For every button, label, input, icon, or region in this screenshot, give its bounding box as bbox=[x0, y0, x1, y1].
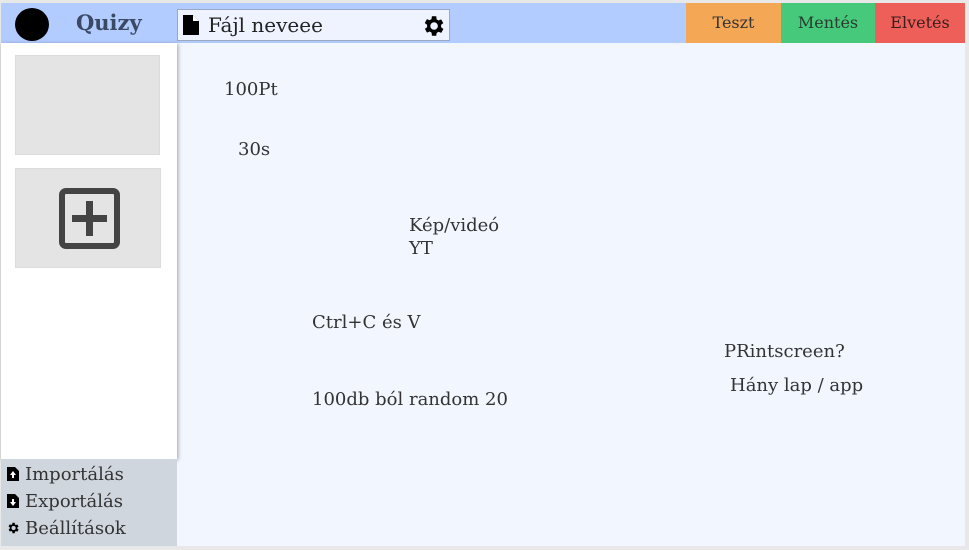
quiz-canvas[interactable]: 100Pt 30s Kép/videó YT Ctrl+C és V 100db… bbox=[177, 43, 965, 546]
menu-item-export[interactable]: Exportálás bbox=[6, 489, 123, 513]
note-printscreen: PRintscreen? bbox=[724, 341, 845, 362]
logo-circle-icon[interactable] bbox=[15, 8, 49, 41]
plus-square-icon bbox=[59, 188, 120, 249]
app-name: Quizy bbox=[76, 10, 142, 35]
menu-item-settings[interactable]: Beállítások bbox=[6, 516, 126, 540]
note-random: 100db ból random 20 bbox=[312, 389, 508, 410]
sidebar-menu: Importálás Exportálás Beállítások bbox=[1, 459, 177, 546]
file-name[interactable]: Fájl neveee bbox=[208, 13, 323, 37]
file-import-icon bbox=[7, 467, 19, 481]
add-slide-button[interactable] bbox=[15, 168, 161, 268]
file-export-icon bbox=[7, 494, 19, 508]
menu-item-import[interactable]: Importálás bbox=[6, 462, 124, 486]
save-button[interactable]: Mentés bbox=[781, 3, 875, 43]
note-time: 30s bbox=[238, 139, 271, 160]
discard-button[interactable]: Elvetés bbox=[875, 3, 965, 43]
file-icon bbox=[183, 15, 199, 35]
slides-panel bbox=[1, 43, 177, 459]
note-points: 100Pt bbox=[224, 79, 278, 100]
menu-item-label: Importálás bbox=[25, 463, 124, 485]
top-bar: Quizy Fájl neveee Teszt Mentés Elvetés bbox=[1, 3, 965, 43]
note-media: Kép/videó YT bbox=[409, 215, 500, 259]
menu-item-label: Beállítások bbox=[25, 517, 126, 539]
note-pages: Hány lap / app bbox=[730, 375, 864, 396]
test-button[interactable]: Teszt bbox=[686, 3, 781, 43]
note-copy-paste: Ctrl+C és V bbox=[312, 312, 421, 333]
file-name-field[interactable]: Fájl neveee bbox=[177, 9, 450, 41]
menu-item-label: Exportálás bbox=[25, 490, 123, 512]
gear-icon[interactable] bbox=[420, 13, 446, 39]
gear-icon bbox=[8, 522, 19, 534]
slide-thumbnail[interactable] bbox=[15, 55, 160, 155]
